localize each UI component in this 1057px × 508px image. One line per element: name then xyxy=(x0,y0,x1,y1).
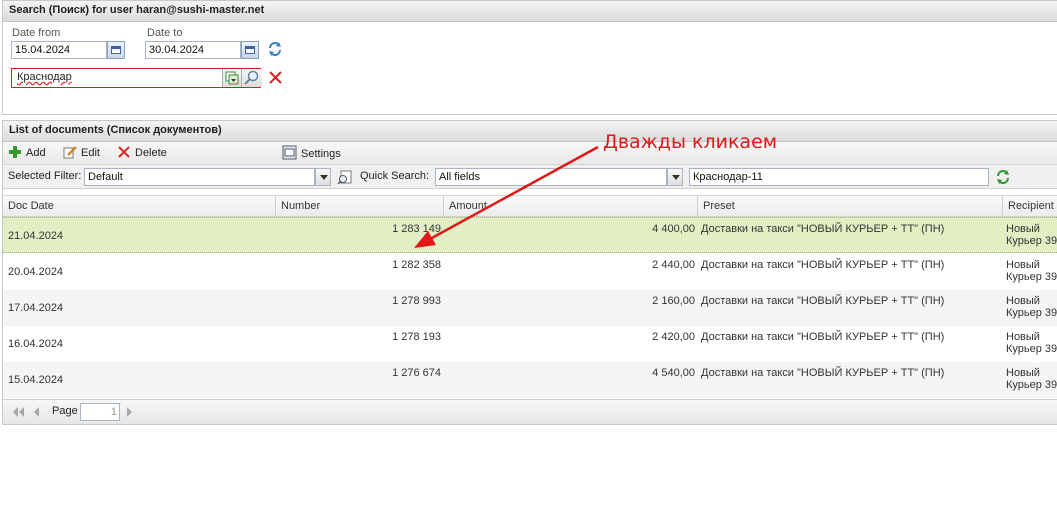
edit-button[interactable]: Edit xyxy=(63,145,100,161)
cell-number: 1 278 193 xyxy=(392,331,441,343)
column-header-doc-date[interactable]: Doc Date xyxy=(3,196,276,216)
delete-icon xyxy=(118,146,130,158)
quick-search-field-select[interactable] xyxy=(435,168,667,186)
quick-search-input[interactable] xyxy=(689,168,989,186)
cell-doc-date: 15.04.2024 xyxy=(8,374,64,386)
documents-panel: List of documents (Список документов) Ad… xyxy=(2,120,1057,425)
search-panel-title: Search (Поиск) for user haran@sushi-mast… xyxy=(3,1,1057,22)
table-row[interactable]: 17.04.2024 1 278 993 2 160,00 Доставки н… xyxy=(3,290,1057,326)
search-panel: Search (Поиск) for user haran@sushi-mast… xyxy=(2,0,1057,115)
table-row[interactable]: 21.04.2024 1 283 149 4 400,00 Доставки н… xyxy=(3,217,1057,253)
date-to-calendar-icon[interactable] xyxy=(241,41,259,59)
delete-button[interactable]: Delete xyxy=(117,145,167,161)
annotation-label: Дважды кликаем xyxy=(603,131,778,153)
date-from-label: Date from xyxy=(12,27,61,39)
quick-search-label: Quick Search: xyxy=(360,170,430,182)
selected-filter-label: Selected Filter: xyxy=(8,170,82,182)
date-from-input[interactable] xyxy=(11,41,107,59)
first-page-icon[interactable] xyxy=(11,406,25,418)
cell-number: 1 282 358 xyxy=(392,259,441,271)
cell-amount: 4 540,00 xyxy=(652,367,695,379)
cell-number: 1 283 149 xyxy=(392,223,441,235)
filter-bar: Selected Filter: Quick Search: xyxy=(3,165,1057,189)
settings-icon xyxy=(282,145,297,160)
cell-recipient: Новый Курьер 39 xyxy=(1006,259,1057,283)
cell-doc-date: 21.04.2024 xyxy=(8,230,64,242)
cell-recipient: Новый Курьер 39 xyxy=(1006,223,1057,247)
column-header-preset[interactable]: Preset xyxy=(698,196,1003,216)
selected-filter-select[interactable] xyxy=(84,168,315,186)
page-label: Page xyxy=(52,405,78,417)
city-lookup-value: Краснодар xyxy=(17,71,72,83)
lookup-search-icon[interactable] xyxy=(241,69,262,87)
page-number-input[interactable] xyxy=(80,403,120,421)
date-to-input[interactable] xyxy=(145,41,241,59)
edit-icon xyxy=(63,146,77,159)
cell-amount: 4 400,00 xyxy=(652,223,695,235)
cell-number: 1 278 993 xyxy=(392,295,441,307)
cell-recipient: Новый Курьер 39 xyxy=(1006,295,1057,319)
column-header-recipient[interactable]: Recipient xyxy=(1003,196,1057,216)
next-page-icon[interactable] xyxy=(125,406,135,418)
lookup-dropdown-icon[interactable] xyxy=(222,69,242,87)
cell-preset: Доставки на такси "НОВЫЙ КУРЬЕР + ТТ" (П… xyxy=(701,259,945,271)
column-header-number[interactable]: Number xyxy=(276,196,444,216)
cell-doc-date: 16.04.2024 xyxy=(8,338,64,350)
clear-city-icon[interactable] xyxy=(268,70,283,85)
documents-toolbar: Add Edit Delete Settings xyxy=(3,142,1057,165)
city-lookup[interactable]: Краснодар xyxy=(11,68,262,88)
table-row[interactable]: 16.04.2024 1 278 193 2 420,00 Доставки н… xyxy=(3,326,1057,362)
cell-preset: Доставки на такси "НОВЫЙ КУРЬЕР + ТТ" (П… xyxy=(701,367,945,379)
table-row[interactable]: 20.04.2024 1 282 358 2 440,00 Доставки н… xyxy=(3,254,1057,290)
cell-doc-date: 20.04.2024 xyxy=(8,266,64,278)
cell-number: 1 276 674 xyxy=(392,367,441,379)
column-header-amount[interactable]: Amount xyxy=(444,196,698,216)
cell-doc-date: 17.04.2024 xyxy=(8,302,64,314)
cell-preset: Доставки на такси "НОВЫЙ КУРЬЕР + ТТ" (П… xyxy=(701,295,945,307)
refresh-icon[interactable] xyxy=(267,41,283,57)
date-from-calendar-icon[interactable] xyxy=(107,41,125,59)
date-to-label: Date to xyxy=(147,27,183,39)
quick-search-icon xyxy=(337,170,352,185)
cell-preset: Доставки на такси "НОВЫЙ КУРЬЕР + ТТ" (П… xyxy=(701,223,945,235)
table-row[interactable]: 15.04.2024 1 276 674 4 540,00 Доставки н… xyxy=(3,362,1057,398)
cell-amount: 2 420,00 xyxy=(652,331,695,343)
plus-icon xyxy=(9,146,21,158)
add-button[interactable]: Add xyxy=(8,145,46,161)
previous-page-icon[interactable] xyxy=(31,406,41,418)
cell-recipient: Новый Курьер 39 xyxy=(1006,367,1057,391)
cell-preset: Доставки на такси "НОВЫЙ КУРЬЕР + ТТ" (П… xyxy=(701,331,945,343)
cell-amount: 2 440,00 xyxy=(652,259,695,271)
quick-search-field-chevron-down-icon[interactable] xyxy=(667,168,683,186)
documents-panel-title: List of documents (Список документов) xyxy=(3,121,1057,142)
cell-amount: 2 160,00 xyxy=(652,295,695,307)
selected-filter-chevron-down-icon[interactable] xyxy=(315,168,331,186)
grid-header: Doc Date Number Amount Preset Recipient xyxy=(3,195,1057,217)
pager: Page xyxy=(3,399,1057,424)
apply-search-refresh-icon[interactable] xyxy=(996,170,1010,184)
cell-recipient: Новый Курьер 39 xyxy=(1006,331,1057,355)
settings-button[interactable]: Settings xyxy=(282,145,341,161)
